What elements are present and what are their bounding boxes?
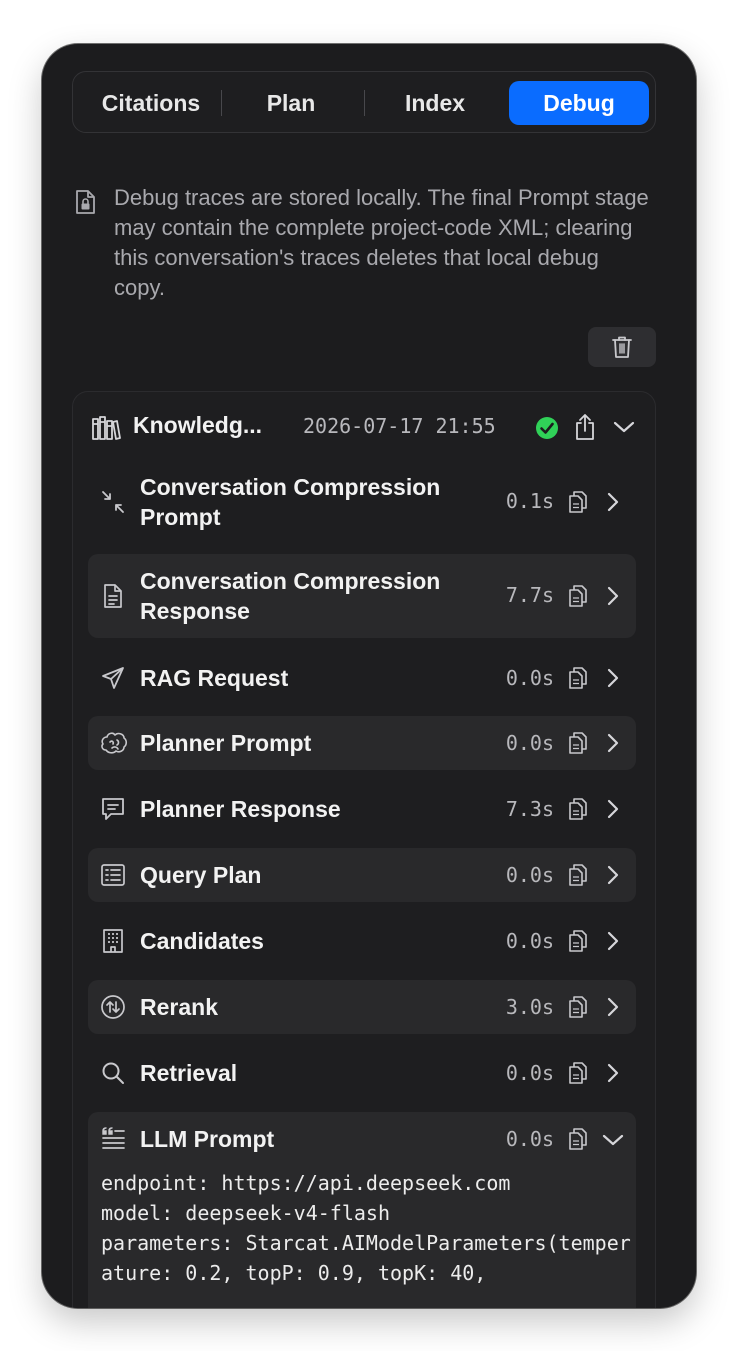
stage-duration: 0.0s	[505, 666, 554, 690]
brain-icon	[100, 730, 128, 756]
stage-label: Retrieval	[140, 1060, 238, 1086]
stage-duration: 3.0s	[505, 995, 554, 1019]
copy-icon[interactable]	[568, 1061, 588, 1085]
trace-header[interactable]: Knowledg... 2026-07-17 21:55	[73, 392, 655, 462]
list-icon	[100, 862, 126, 888]
stage-row-expanded[interactable]: LLM Prompt 0.0s endpoint: https://api.de…	[88, 1112, 636, 1308]
tab-citations[interactable]: Citations	[81, 81, 221, 125]
success-check-icon	[535, 416, 559, 440]
stage-label: Conversation Compression Response	[140, 568, 441, 624]
chevron-right-icon[interactable]	[606, 798, 620, 820]
chevron-down-icon[interactable]	[602, 1132, 624, 1148]
stage-duration: 0.0s	[505, 1127, 554, 1151]
tab-bar: Citations Plan Index Debug	[72, 71, 656, 133]
stage-row[interactable]: Planner Response 7.3s	[88, 782, 636, 836]
building-icon	[100, 928, 126, 954]
stage-row[interactable]: Planner Prompt 0.0s	[88, 716, 636, 770]
stage-duration: 7.3s	[505, 797, 554, 821]
copy-icon[interactable]	[568, 863, 588, 887]
tab-index[interactable]: Index	[365, 81, 505, 125]
speech-bubble-icon	[100, 796, 126, 822]
llm-prompt-content: endpoint: https://api.deepseek.com model…	[101, 1171, 631, 1285]
copy-icon[interactable]	[568, 731, 588, 755]
stage-duration: 0.0s	[505, 1061, 554, 1085]
clear-traces-button[interactable]	[588, 327, 656, 367]
stage-label: Candidates	[140, 928, 264, 954]
copy-icon[interactable]	[568, 797, 588, 821]
copy-icon[interactable]	[568, 995, 588, 1019]
tab-debug[interactable]: Debug	[509, 81, 649, 125]
stage-duration: 0.1s	[505, 489, 554, 513]
stage-row[interactable]: Conversation Compression Prompt 0.1s	[88, 462, 636, 542]
copy-icon[interactable]	[568, 929, 588, 953]
paper-plane-icon	[100, 665, 126, 691]
copy-icon[interactable]	[568, 584, 588, 608]
tab-plan[interactable]: Plan	[221, 81, 361, 125]
stage-label: Rerank	[140, 994, 218, 1020]
stage-row[interactable]: Candidates 0.0s	[88, 914, 636, 968]
chevron-right-icon[interactable]	[606, 732, 620, 754]
copy-icon[interactable]	[568, 1127, 588, 1151]
lock-document-icon	[74, 189, 96, 215]
document-icon	[100, 583, 126, 609]
stage-label: RAG Request	[140, 665, 289, 691]
share-icon[interactable]	[573, 413, 597, 441]
quote-text-icon	[100, 1126, 126, 1152]
search-icon	[100, 1060, 126, 1086]
stage-duration: 0.0s	[505, 731, 554, 755]
stage-label: Query Plan	[140, 862, 262, 888]
chevron-right-icon[interactable]	[606, 930, 620, 952]
chevron-right-icon[interactable]	[606, 1062, 620, 1084]
trace-timestamp: 2026-07-17 21:55	[303, 414, 496, 438]
books-icon	[91, 415, 121, 441]
chevron-right-icon[interactable]	[606, 585, 620, 607]
trace-card: Knowledg... 2026-07-17 21:55 Conversatio…	[72, 391, 656, 1308]
chevron-right-icon[interactable]	[606, 491, 620, 513]
debug-info-text: Debug traces are stored locally. The fin…	[114, 185, 649, 300]
chevron-right-icon[interactable]	[606, 667, 620, 689]
rerank-icon	[100, 994, 126, 1020]
copy-icon[interactable]	[568, 490, 588, 514]
stage-label: LLM Prompt	[140, 1126, 275, 1152]
chevron-right-icon[interactable]	[606, 864, 620, 886]
copy-icon[interactable]	[568, 666, 588, 690]
stage-row[interactable]: Query Plan 0.0s	[88, 848, 636, 902]
trash-icon	[612, 335, 632, 359]
stage-row[interactable]: Conversation Compression Response 7.7s	[88, 554, 636, 638]
chevron-down-icon[interactable]	[613, 419, 635, 435]
stage-row[interactable]: Rerank 3.0s	[88, 980, 636, 1034]
stage-duration: 0.0s	[505, 863, 554, 887]
trace-title: Knowledg...	[133, 412, 263, 438]
stage-row[interactable]: RAG Request 0.0s	[88, 650, 636, 706]
debug-panel: Citations Plan Index Debug Debug traces …	[42, 44, 696, 1308]
stage-duration: 7.7s	[505, 583, 554, 607]
stage-label: Planner Prompt	[140, 730, 312, 756]
compress-icon	[100, 489, 126, 515]
chevron-right-icon[interactable]	[606, 996, 620, 1018]
stage-duration: 0.0s	[505, 929, 554, 953]
stage-label: Conversation Compression Prompt	[140, 474, 441, 530]
stage-row[interactable]: Retrieval 0.0s	[88, 1046, 636, 1100]
stage-label: Planner Response	[140, 796, 341, 822]
